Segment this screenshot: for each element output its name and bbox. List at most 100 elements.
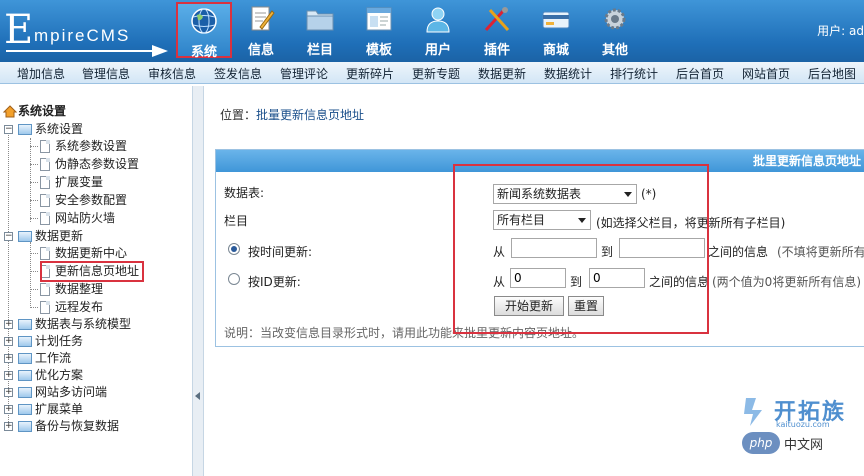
tree-label: 数据更新 <box>35 229 84 243</box>
by-id-label: 按ID更新: <box>248 275 301 289</box>
time-suffix: 之间的信息 <box>708 245 769 259</box>
location-label: 位置： <box>220 108 257 122</box>
folder-icon <box>18 404 32 415</box>
tree-label: 数据表与系统模型 <box>35 317 132 331</box>
tree-label: 计划任务 <box>35 334 84 348</box>
nav-label: 模板 <box>365 43 392 58</box>
sidebar-splitter[interactable] <box>192 86 204 476</box>
nav-label: 系统 <box>190 45 217 60</box>
empirecms-logo: E mpireCMS <box>4 10 174 57</box>
globe-icon <box>191 8 217 34</box>
page-icon <box>40 140 50 153</box>
card-icon <box>542 11 570 29</box>
tree-label: 远程发布 <box>55 300 104 314</box>
menu-manage-comments[interactable]: 管理评论 <box>280 65 328 82</box>
nav-other[interactable]: 其他 <box>587 2 643 58</box>
menu-site-home[interactable]: 网站首页 <box>742 65 790 82</box>
location-link[interactable]: 批量更新信息页地址 <box>256 108 364 122</box>
tree-label: 数据更新中心 <box>55 246 128 260</box>
tree-label: 扩展菜单 <box>35 402 84 416</box>
page-icon <box>40 158 50 171</box>
menu-review-info[interactable]: 审核信息 <box>148 65 196 82</box>
window-template-icon <box>366 7 392 31</box>
collapse-arrow-icon[interactable] <box>195 392 200 400</box>
page-icon <box>40 247 50 260</box>
by-time-radio[interactable] <box>228 243 240 255</box>
folder-icon <box>18 387 32 398</box>
column-label: 栏目 <box>224 214 249 228</box>
menu-data-update[interactable]: 数据更新 <box>478 65 526 82</box>
nav-shop[interactable]: 商城 <box>528 2 584 58</box>
quick-menu-bar: 增加信息 管理信息 审核信息 签发信息 管理评论 更新碎片 更新专题 数据更新 … <box>0 62 864 84</box>
nav-label: 插件 <box>483 43 510 58</box>
highlight-box <box>453 164 709 334</box>
folder-icon <box>18 336 32 347</box>
tools-icon <box>484 7 510 32</box>
watermark-text: 中文网 <box>784 438 824 453</box>
sidebar-tree: 系统设置 − 系统设置 系统参数设置 伪静态参数设置 扩展变量 安全参数配置 网… <box>0 86 192 476</box>
menu-sign-info[interactable]: 签发信息 <box>214 65 262 82</box>
watermark-sub: kaituozu.com <box>776 420 830 429</box>
tree-label: 系统设置 <box>35 122 84 136</box>
menu-rank-stats[interactable]: 排行统计 <box>610 65 658 82</box>
nav-column[interactable]: 栏目 <box>292 2 348 58</box>
tree-label: 工作流 <box>35 351 72 365</box>
nav-plugin[interactable]: 插件 <box>469 2 525 58</box>
folder-icon <box>18 231 32 242</box>
folder-icon <box>18 124 32 135</box>
tree-label: 数据整理 <box>55 282 104 296</box>
page-icon <box>40 212 50 225</box>
home-icon <box>3 105 17 118</box>
folder-icon <box>18 353 32 364</box>
nav-label: 信息 <box>247 43 274 58</box>
tree-label: 网站多访问端 <box>35 385 108 399</box>
page-icon <box>40 194 50 207</box>
by-id-radio[interactable] <box>228 273 240 285</box>
breadcrumb: 位置：批量更新信息页地址 <box>220 106 364 123</box>
folder-icon <box>18 370 32 381</box>
page-icon <box>40 301 50 314</box>
page-icon <box>40 283 50 296</box>
nav-label: 其他 <box>601 43 628 58</box>
php-cn-watermark: php 中文网 <box>742 430 864 456</box>
tree-label: 伪静态参数设置 <box>55 157 140 171</box>
tree-folder-data-update[interactable]: − 数据更新 <box>3 228 183 245</box>
tree-label: 安全参数配置 <box>55 193 128 207</box>
menu-admin-map[interactable]: 后台地图 <box>808 65 856 82</box>
kaituozu-logo-icon <box>744 398 762 426</box>
php-badge: php <box>742 432 780 454</box>
id-hint: (两个值为0将更新所有信息) <box>712 275 861 289</box>
menu-add-info[interactable]: 增加信息 <box>17 65 65 82</box>
tree-folder-system-settings[interactable]: − 系统设置 <box>3 121 183 138</box>
menu-data-stats[interactable]: 数据统计 <box>544 65 592 82</box>
user-icon <box>426 7 450 33</box>
menu-admin-home[interactable]: 后台首页 <box>676 65 724 82</box>
highlight-box <box>40 261 144 282</box>
tree-label: 优化方案 <box>35 368 84 382</box>
by-time-label: 按时间更新: <box>248 245 313 259</box>
menu-manage-info[interactable]: 管理信息 <box>82 65 130 82</box>
menu-update-topics[interactable]: 更新专题 <box>412 65 460 82</box>
nav-info[interactable]: 信息 <box>233 2 289 58</box>
document-edit-icon <box>251 6 275 31</box>
nav-user[interactable]: 用户 <box>410 2 466 58</box>
nav-label: 用户 <box>424 43 451 58</box>
table-label: 数据表: <box>224 186 265 200</box>
menu-update-fragments[interactable]: 更新碎片 <box>346 65 394 82</box>
page-icon <box>40 176 50 189</box>
kaituozu-watermark: 开拓族 kaituozu.com <box>742 394 864 430</box>
folder-icon <box>18 421 32 432</box>
nav-template[interactable]: 模板 <box>351 2 407 58</box>
tree-label: 扩展变量 <box>55 175 104 189</box>
tree-label: 系统参数设置 <box>55 139 128 153</box>
top-header: E mpireCMS 系统 信息 栏目 模板 用户 插件 商城 其他 用户: a… <box>0 0 864 62</box>
folder-icon <box>18 319 32 330</box>
nav-label: 栏目 <box>306 43 333 58</box>
tree-root-label: 系统设置 <box>18 104 67 118</box>
tree-label: 备份与恢复数据 <box>35 419 120 433</box>
gear-icon <box>604 8 626 30</box>
nav-system[interactable]: 系统 <box>176 2 232 60</box>
nav-label: 商城 <box>542 43 569 58</box>
user-info: 用户: ad <box>817 24 864 38</box>
tree-label: 网站防火墙 <box>55 211 116 225</box>
